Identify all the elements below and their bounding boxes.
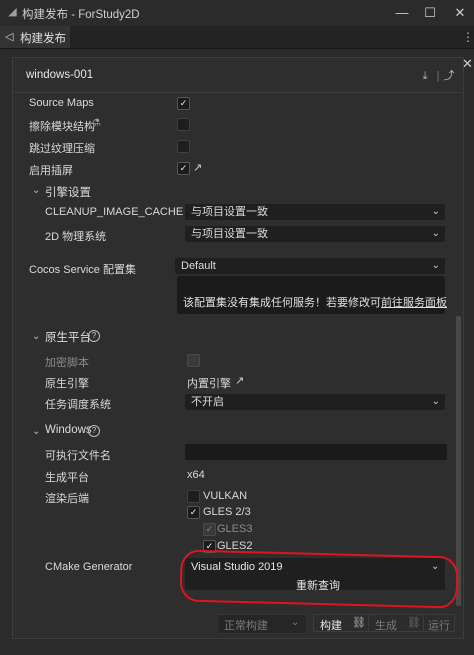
gles3-label: GLES3: [217, 523, 253, 535]
cleanup-cache-value: 与项目设置一致: [191, 206, 268, 218]
chevron-down-icon[interactable]: ⌄: [32, 185, 40, 196]
native-engine-label: 原生引擎: [45, 378, 89, 390]
cocos-service-select[interactable]: Default ⌄: [175, 258, 445, 274]
tab-build[interactable]: ◁ 构建发布: [0, 26, 70, 48]
minimize-icon[interactable]: —: [392, 4, 412, 22]
chevron-down-icon: ⌄: [431, 206, 440, 217]
splash-label: 启用插屏: [29, 165, 73, 177]
native-engine-value: 内置引擎: [187, 378, 231, 390]
experimental-icon: ⚗: [92, 118, 101, 129]
vulkan-label: VULKAN: [203, 490, 248, 502]
windows-section-title[interactable]: Windows: [45, 424, 92, 436]
build-mode-label: 正常构建: [224, 620, 268, 632]
chevron-down-icon: ⌄: [431, 228, 440, 239]
chevron-down-icon: ⌄: [291, 617, 300, 628]
cocos-service-label: Cocos Service 配置集: [29, 264, 136, 276]
exe-name-label: 可执行文件名: [45, 450, 111, 462]
app-icon: ◢: [8, 6, 17, 18]
encrypt-label: 加密脚本: [45, 357, 89, 369]
task-title: windows-001: [26, 69, 94, 81]
generate-button-label: 生成: [375, 620, 397, 632]
gen-platform-value: x64: [187, 469, 205, 481]
maximize-icon[interactable]: ☐: [420, 4, 440, 22]
cmake-label: CMake Generator: [45, 561, 133, 573]
export-icon[interactable]: ⤴: [442, 69, 456, 83]
cocos-service-value: Default: [181, 260, 216, 272]
help-icon[interactable]: ?: [88, 425, 100, 437]
chevron-down-icon[interactable]: ⌄: [32, 331, 40, 342]
panel-close-icon[interactable]: ✕: [462, 56, 473, 72]
gles23-checkbox[interactable]: ✓: [187, 506, 200, 519]
vulkan-checkbox[interactable]: [187, 490, 200, 503]
task-scheduler-label: 任务调度系统: [45, 399, 111, 411]
erase-module-label: 擦除模块结构: [29, 121, 95, 133]
highlight-annotation: [179, 549, 459, 609]
gles23-label: GLES 2/3: [203, 506, 251, 518]
tab-bar: [0, 26, 474, 49]
skip-texture-label: 跳过纹理压缩: [29, 143, 95, 155]
gles3-checkbox: ✓: [203, 523, 216, 536]
chevron-down-icon[interactable]: ⌄: [32, 426, 40, 437]
more-icon[interactable]: ⋮: [462, 30, 474, 44]
task-scheduler-value: 不开启: [191, 396, 224, 408]
physics-2d-value: 与项目设置一致: [191, 228, 268, 240]
run-button-label: 运行: [428, 620, 450, 632]
gen-platform-label: 生成平台: [45, 472, 89, 484]
build-button-label: 构建: [320, 620, 342, 632]
edit-icon[interactable]: ↗: [193, 161, 202, 174]
encrypt-checkbox: [187, 354, 200, 367]
physics-2d-select[interactable]: 与项目设置一致 ⌄: [185, 226, 445, 242]
help-icon[interactable]: ?: [88, 330, 100, 342]
native-section-title[interactable]: 原生平台: [45, 329, 91, 345]
scrollbar[interactable]: [456, 316, 461, 606]
cleanup-cache-select[interactable]: 与项目设置一致 ⌄: [185, 204, 445, 220]
splash-checkbox[interactable]: ✓: [177, 162, 190, 175]
task-scheduler-select[interactable]: 不开启 ⌄: [185, 394, 445, 410]
cleanup-cache-label: CLEANUP_IMAGE_CACHE: [45, 206, 184, 218]
source-maps-checkbox[interactable]: ✓: [177, 97, 190, 110]
import-icon[interactable]: ⤓: [418, 69, 432, 83]
service-panel-link[interactable]: 前往服务面板: [381, 297, 447, 309]
divider: [12, 92, 462, 93]
window-title: 构建发布 - ForStudy2D: [22, 9, 140, 21]
link-icon[interactable]: ⛓: [352, 616, 366, 629]
tab-build-label: 构建发布: [20, 33, 66, 45]
service-tip: 该配置集没有集成任何服务！若要修改可前往服务面板: [183, 294, 447, 310]
erase-module-checkbox[interactable]: [177, 118, 190, 131]
render-backend-label: 渲染后端: [45, 493, 89, 505]
physics-2d-label: 2D 物理系统: [45, 231, 107, 243]
link-icon: ⛓: [407, 617, 421, 629]
chevron-down-icon: ⌄: [431, 396, 440, 407]
build-icon: ◁: [5, 31, 14, 43]
service-tip-text: 该配置集没有集成任何服务！若要修改可: [183, 297, 381, 309]
exe-name-input[interactable]: [185, 444, 447, 460]
edit-icon[interactable]: ↗: [235, 374, 244, 387]
engine-section-title[interactable]: 引擎设置: [45, 184, 91, 200]
source-maps-label: Source Maps: [29, 97, 94, 109]
chevron-down-icon: ⌄: [431, 260, 440, 271]
skip-texture-checkbox[interactable]: [177, 140, 190, 153]
close-icon[interactable]: ✕: [450, 4, 470, 22]
